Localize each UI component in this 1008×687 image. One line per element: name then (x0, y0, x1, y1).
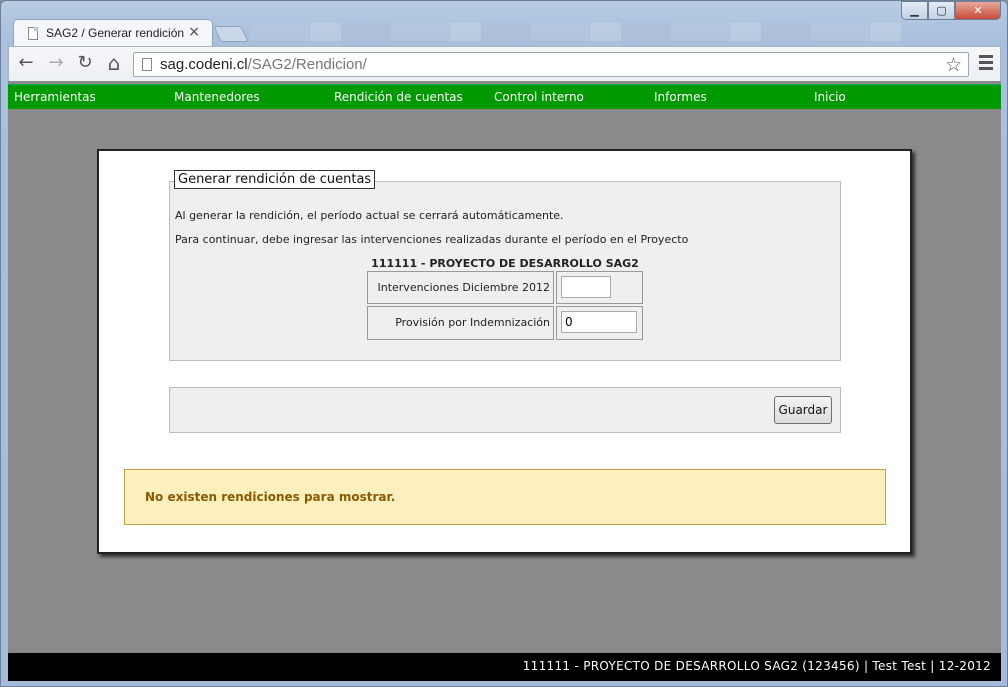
nav-item-mantenedores[interactable]: Mantenedores (174, 90, 260, 104)
reload-icon[interactable]: ↻ (74, 54, 96, 74)
interventions-cell (556, 271, 643, 304)
nav-item-herramientas[interactable]: Herramientas (14, 90, 96, 104)
interventions-label: Intervenciones Diciembre 2012 (367, 271, 554, 304)
status-bar: 111111 - PROYECTO DE DESARROLLO SAG2 (12… (8, 653, 1001, 681)
home-icon[interactable]: ⌂ (103, 53, 125, 74)
provision-cell (556, 306, 643, 340)
tab-strip: SAG2 / Generar rendición × ▁ ▢ ✕ (1, 1, 1007, 46)
browser-toolbar: ← → ↻ ⌂ sag.codeni.cl/SAG2/Rendicion/ ☆ (8, 46, 1001, 81)
interventions-input[interactable] (561, 276, 611, 298)
status-text: 111111 - PROYECTO DE DESARROLLO SAG2 (12… (522, 659, 991, 673)
new-tab-button[interactable] (213, 26, 249, 42)
url-host: sag.codeni.cl (160, 56, 248, 73)
tab-close-icon[interactable]: × (188, 24, 200, 40)
back-icon[interactable]: ← (15, 54, 37, 74)
address-bar[interactable]: sag.codeni.cl/SAG2/Rendicion/ ☆ (133, 52, 969, 77)
page-icon (28, 27, 38, 40)
nav-item-control-interno[interactable]: Control interno (494, 90, 584, 104)
nav-item-rendicion[interactable]: Rendición de cuentas (334, 90, 463, 104)
rendicion-fieldset: Generar rendición de cuentas Al generar … (169, 170, 841, 361)
save-button[interactable]: Guardar (774, 396, 832, 424)
project-title: 111111 - PROYECTO DE DESARROLLO SAG2 (371, 257, 639, 270)
minimize-button[interactable]: ▁ (901, 1, 928, 20)
intro-text-2: Para continuar, debe ingresar las interv… (175, 233, 689, 246)
url-path: /SAG2/Rendicion/ (247, 56, 367, 73)
provision-input[interactable] (561, 311, 637, 333)
page-icon (142, 58, 152, 71)
forward-icon[interactable]: → (45, 54, 67, 74)
background-blur (251, 23, 901, 41)
browser-window: SAG2 / Generar rendición × ▁ ▢ ✕ ← → ↻ ⌂… (0, 0, 1008, 687)
provision-label: Provisión por Indemnización (367, 306, 554, 340)
intro-text-1: Al generar la rendición, el período actu… (175, 209, 564, 222)
nav-item-informes[interactable]: Informes (654, 90, 707, 104)
main-panel: Generar rendición de cuentas Al generar … (97, 149, 912, 554)
main-nav: Herramientas Mantenedores Rendición de c… (8, 84, 1001, 109)
page-content: Herramientas Mantenedores Rendición de c… (8, 81, 1001, 681)
nav-item-inicio[interactable]: Inicio (814, 90, 846, 104)
fieldset-legend: Generar rendición de cuentas (174, 170, 376, 189)
bookmark-star-icon[interactable]: ☆ (945, 54, 962, 76)
url-text: sag.codeni.cl/SAG2/Rendicion/ (160, 56, 367, 73)
notice-message: No existen rendiciones para mostrar. (145, 490, 396, 504)
close-window-button[interactable]: ✕ (955, 1, 1001, 20)
maximize-button[interactable]: ▢ (928, 1, 955, 20)
browser-menu-icon[interactable] (979, 55, 993, 73)
window-controls: ▁ ▢ ✕ (901, 1, 1001, 21)
actions-bar: Guardar (169, 387, 841, 433)
tab-title: SAG2 / Generar rendición (46, 26, 185, 40)
empty-notice: No existen rendiciones para mostrar. (124, 469, 886, 525)
browser-tab[interactable]: SAG2 / Generar rendición × (13, 19, 213, 46)
